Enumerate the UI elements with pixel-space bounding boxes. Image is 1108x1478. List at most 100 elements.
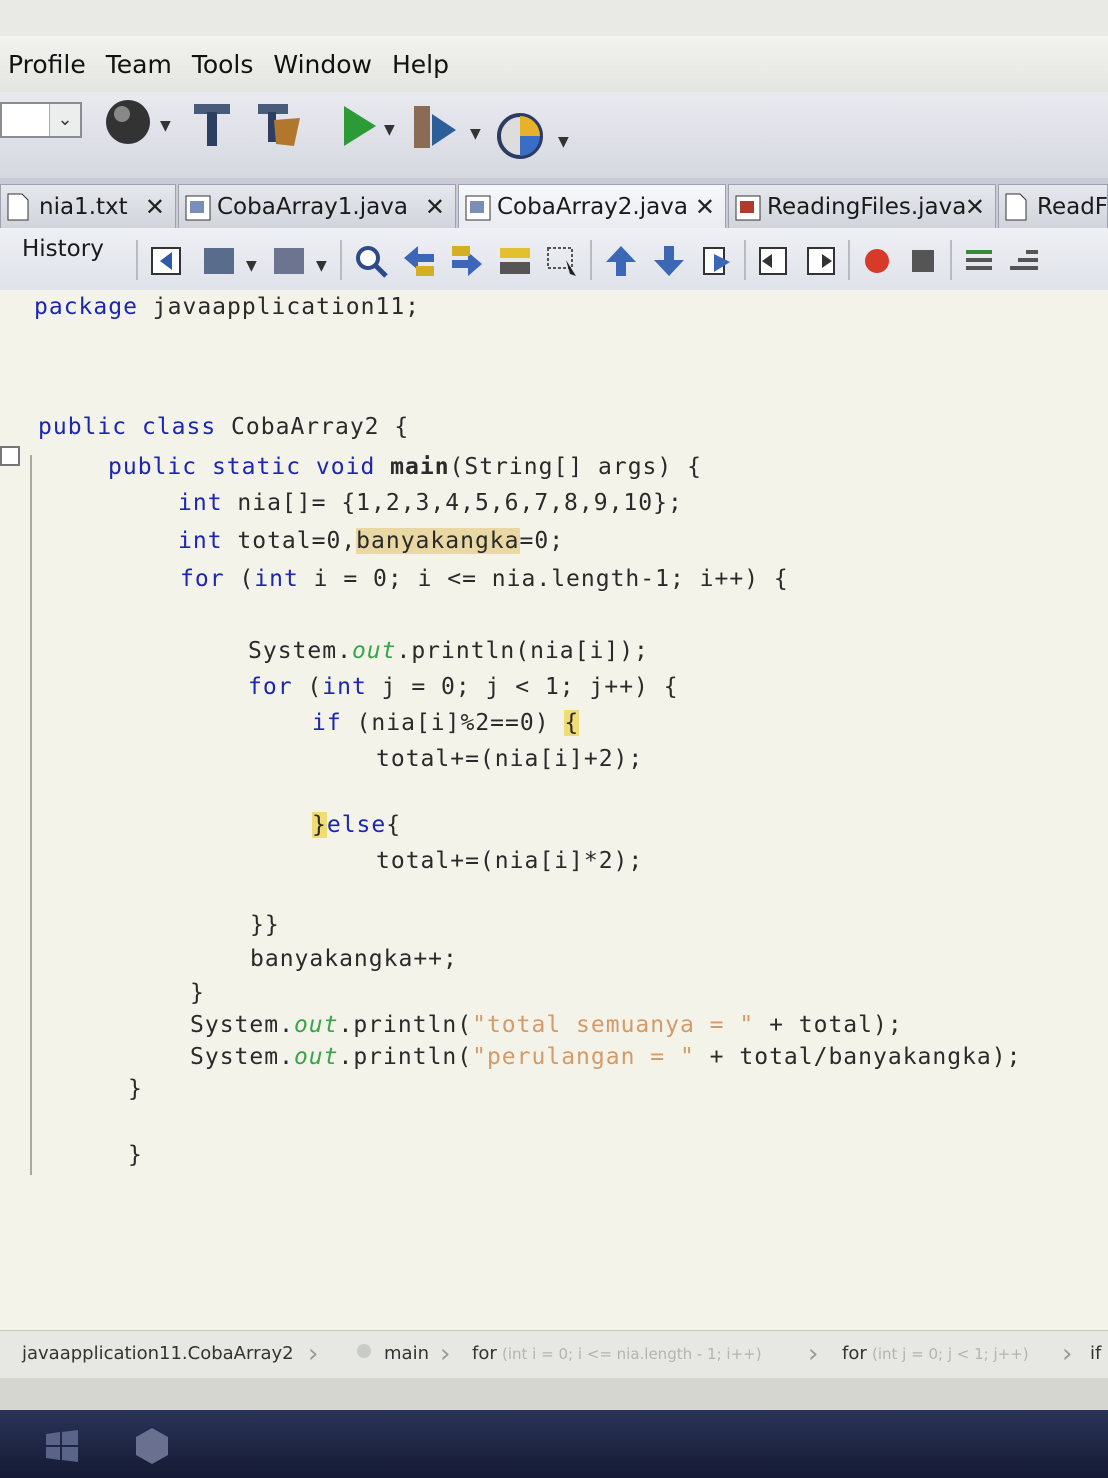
method-name: main [390, 454, 450, 480]
code-line: int total=0,banyakangka=0; [178, 528, 564, 554]
menu-tools[interactable]: Tools [192, 50, 254, 79]
toggle-bookmark-icon[interactable] [700, 244, 734, 278]
chevron-down-icon[interactable]: ▼ [316, 258, 327, 274]
code-line: System.out.println("total semuanya = " +… [190, 1012, 903, 1038]
code-text: .println(nia[i]); [396, 638, 649, 664]
comment-icon[interactable] [962, 244, 996, 278]
code-line: for (int i = 0; i <= nia.length-1; i++) … [180, 566, 789, 592]
breadcrumb-item-class[interactable]: javaapplication11.CobaArray2 [22, 1343, 294, 1364]
uncomment-icon[interactable] [1008, 244, 1042, 278]
chevron-down-icon[interactable]: ▼ [160, 118, 171, 134]
code-text: .println( [338, 1044, 473, 1070]
start-macro-recording-icon[interactable] [860, 244, 894, 278]
string-literal: "perulangan = " [472, 1044, 695, 1070]
highlighted-variable: banyakangka [356, 528, 520, 554]
os-taskbar [0, 1410, 1108, 1478]
code-line: }else{ [312, 812, 401, 838]
app-icon[interactable] [132, 1426, 172, 1466]
code-editor[interactable]: package javaapplication11; public class … [0, 290, 1108, 1330]
close-icon[interactable]: ✕ [695, 193, 715, 221]
code-text: (nia[i]%2==0) [341, 710, 565, 736]
tab-label: CobaArray1.java [217, 193, 408, 220]
code-text: } [128, 1142, 143, 1168]
tab-readfil[interactable]: ReadFil [998, 184, 1108, 228]
hammer-icon[interactable] [188, 100, 236, 148]
chevron-down-icon[interactable]: ▼ [558, 134, 569, 150]
rectangular-selection-icon[interactable] [546, 244, 580, 278]
menu-help[interactable]: Help [392, 50, 449, 79]
configuration-combo[interactable]: ⌄ [0, 102, 82, 138]
keyword: for [180, 566, 225, 592]
tab-nia1-txt[interactable]: nia1.txt ✕ [0, 184, 176, 228]
globe-icon[interactable] [104, 98, 152, 146]
toolbar-separator [340, 240, 342, 280]
netbeans-window: Profile Team Tools Window Help ⌄ ▼ ▼ ▼ ▼… [0, 0, 1108, 1410]
toggle-highlight-icon[interactable] [498, 244, 532, 278]
tab-label: ReadFil [1037, 193, 1108, 220]
last-edit-icon[interactable] [150, 244, 184, 278]
code-text: ( [292, 674, 323, 700]
menu-team[interactable]: Team [106, 50, 172, 79]
code-text: total+=(nia[i]+2); [376, 746, 644, 772]
editor-toolbar: History ▼ ▼ [0, 228, 1108, 291]
code-text: (String[] args) { [449, 454, 702, 480]
string-literal: "total semuanya = " [472, 1012, 755, 1038]
static-field: out [351, 638, 397, 664]
close-icon[interactable]: ✕ [425, 193, 445, 221]
chevron-down-icon[interactable]: ▼ [246, 258, 257, 274]
profile-icon[interactable] [496, 112, 544, 160]
breadcrumb-item-for[interactable]: for [842, 1343, 867, 1364]
keyword: public [38, 414, 128, 440]
find-next-icon[interactable] [450, 244, 484, 278]
editor-tab-bar: nia1.txt ✕ CobaArray1.java ✕ CobaArray2.… [0, 178, 1108, 230]
shift-left-icon[interactable] [756, 244, 790, 278]
chevron-down-icon: ⌄ [49, 104, 80, 136]
breadcrumb-item-main[interactable]: main [384, 1343, 429, 1364]
code-text: System. [190, 1044, 294, 1070]
code-line: banyakangka++; [250, 946, 458, 972]
tab-cobaarray2-java[interactable]: CobaArray2.java ✕ [458, 184, 726, 228]
code-line: public static void main(String[] args) { [108, 454, 702, 480]
next-bookmark-icon[interactable] [652, 244, 686, 278]
status-bar [0, 1378, 1108, 1410]
run-icon[interactable] [336, 102, 384, 150]
menu-window[interactable]: Window [273, 50, 372, 79]
code-line: } [128, 1142, 143, 1168]
menu-profile[interactable]: Profile [8, 50, 86, 79]
history-tab[interactable]: History [22, 236, 104, 262]
toolbar-separator [136, 240, 138, 280]
chevron-down-icon[interactable]: ▼ [384, 122, 395, 138]
java-file-icon [185, 193, 211, 221]
find-previous-icon[interactable] [402, 244, 436, 278]
breadcrumb-item-for[interactable]: for [472, 1343, 497, 1364]
forward-icon[interactable] [272, 244, 306, 278]
code-text: i = 0; i <= nia.length-1; i++) { [298, 566, 789, 592]
back-icon[interactable] [202, 244, 236, 278]
search-icon[interactable] [354, 244, 388, 278]
chevron-down-icon[interactable]: ▼ [470, 126, 481, 142]
previous-bookmark-icon[interactable] [604, 244, 638, 278]
start-icon[interactable] [42, 1426, 82, 1466]
code-text: + total/banyakangka); [694, 1044, 1022, 1070]
code-line: } [190, 980, 205, 1006]
breadcrumb-item-if[interactable]: if [1090, 1343, 1101, 1364]
close-icon[interactable]: ✕ [145, 193, 165, 221]
stop-macro-recording-icon[interactable] [906, 244, 940, 278]
fold-toggle[interactable] [0, 446, 20, 466]
tab-readingfiles-java[interactable]: ReadingFiles.java ✕ [728, 184, 996, 228]
tab-cobaarray1-java[interactable]: CobaArray1.java ✕ [178, 184, 456, 228]
close-icon[interactable]: ✕ [965, 193, 985, 221]
clean-build-icon[interactable] [254, 100, 302, 148]
code-line: } [128, 1076, 143, 1102]
shift-right-icon[interactable] [804, 244, 838, 278]
code-line: for (int j = 0; j < 1; j++) { [248, 674, 679, 700]
toolbar-separator [744, 240, 746, 280]
debug-icon[interactable] [410, 104, 458, 152]
keyword: package [34, 294, 138, 320]
fold-guide [30, 455, 32, 1175]
toolbar-separator [848, 240, 850, 280]
toolbar-separator [950, 240, 952, 280]
code-line: int nia[]= {1,2,3,4,5,6,7,8,9,10}; [178, 490, 683, 516]
keyword: int [178, 490, 223, 516]
